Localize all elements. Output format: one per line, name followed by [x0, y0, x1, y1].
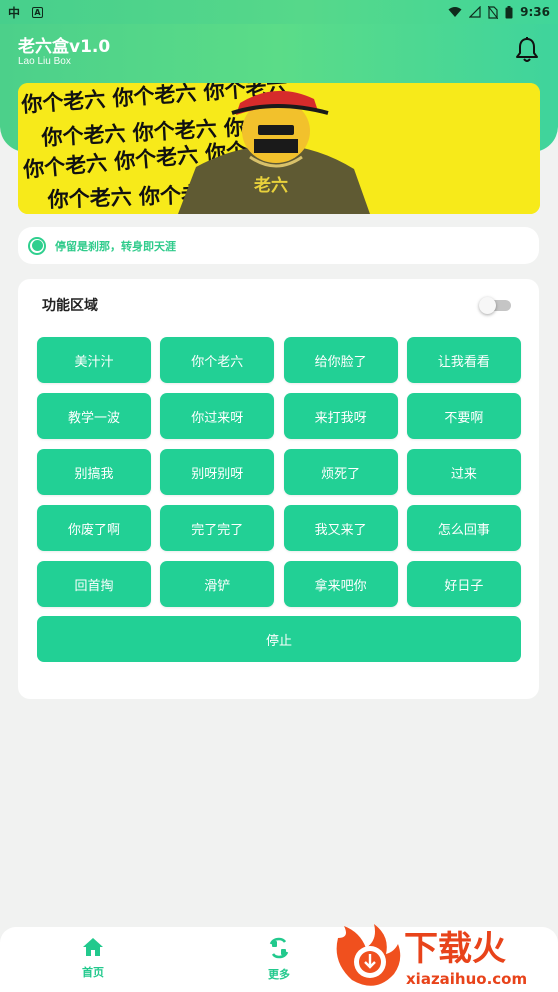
quote-bar: 停留是刹那，转身即天涯: [18, 227, 539, 264]
sound-button-niguolaiya[interactable]: 你过来呀: [160, 393, 275, 439]
sound-button-zenmehuishi[interactable]: 怎么回事: [406, 505, 521, 551]
sound-button-laidawoya[interactable]: 来打我呀: [283, 393, 398, 439]
watermark-brand: 下载火: [404, 929, 506, 969]
function-toggle[interactable]: [479, 297, 511, 314]
home-icon: [83, 938, 103, 956]
nav-label-home: 首页: [82, 966, 104, 979]
signal-icon: [469, 6, 481, 18]
sound-button-jiaoxueyibo[interactable]: 教学一波: [37, 393, 151, 439]
banner-image[interactable]: 你个老六 你个老六 你个老六 你个老六 你个老六 你个老六 你个老六 你个老六 …: [18, 83, 540, 214]
sound-button-nigelaoliu[interactable]: 你个老六: [160, 337, 275, 383]
bell-icon[interactable]: [514, 36, 540, 64]
svg-text:中: 中: [8, 5, 20, 19]
no-sim-icon: [488, 5, 499, 19]
sound-button-woyoulaile[interactable]: 我又来了: [283, 505, 398, 551]
toggle-knob: [479, 297, 496, 314]
stop-button[interactable]: 停止: [37, 616, 521, 662]
banner-shirt-text: 老六: [253, 175, 288, 196]
sound-button-guolai[interactable]: 过来: [406, 449, 521, 495]
function-area-card: 功能区域 美汁汁 你个老六 给你脸了 让我看看 教学一波 你过来呀 来打我呀 不…: [18, 279, 539, 699]
sound-button-huishoutao[interactable]: 回首掏: [37, 561, 151, 607]
status-bar: 中 A 9:36: [0, 0, 558, 24]
quote-text: 停留是刹那，转身即天涯: [55, 239, 176, 253]
notification-a-icon: A: [32, 6, 43, 18]
sound-button-meizhizhi[interactable]: 美汁汁: [37, 337, 151, 383]
bug-icon: 中: [8, 5, 20, 19]
more-icon: [269, 937, 289, 959]
sound-button-haorizi[interactable]: 好日子: [406, 561, 521, 607]
function-area-title: 功能区域: [42, 298, 98, 314]
sound-button-buyaoa[interactable]: 不要啊: [406, 393, 521, 439]
nav-item-home[interactable]: 首页: [63, 937, 123, 980]
wifi-icon: [448, 7, 462, 17]
sound-button-fansile[interactable]: 烦死了: [283, 449, 398, 495]
watermark-logo: 下载火 xiazaihuo.com: [330, 918, 558, 992]
sound-button-wanlewanle[interactable]: 完了完了: [160, 505, 275, 551]
status-time: 9:36: [520, 5, 550, 19]
battery-icon: [505, 5, 513, 18]
app-subtitle: Lao Liu Box: [18, 56, 71, 67]
sound-button-geinilianle[interactable]: 给你脸了: [283, 337, 398, 383]
sound-button-grid: 美汁汁 你个老六 给你脸了 让我看看 教学一波 你过来呀 来打我呀 不要啊 别搞…: [37, 337, 521, 607]
radio-dot-icon: [28, 236, 46, 255]
sound-button-nalaibani[interactable]: 拿来吧你: [283, 561, 398, 607]
nav-label-more: 更多: [268, 968, 290, 981]
sound-button-rangwokankan[interactable]: 让我看看: [406, 337, 521, 383]
sound-button-huachan[interactable]: 滑铲: [160, 561, 275, 607]
watermark-domain: xiazaihuo.com: [406, 970, 527, 988]
sound-button-biegaowo[interactable]: 别搞我: [37, 449, 151, 495]
app-title: 老六盒v1.0: [18, 37, 111, 57]
sound-button-bieyabieya[interactable]: 别呀别呀: [160, 449, 275, 495]
sound-button-nifeilea[interactable]: 你废了啊: [37, 505, 151, 551]
nav-item-more[interactable]: 更多: [249, 937, 309, 982]
